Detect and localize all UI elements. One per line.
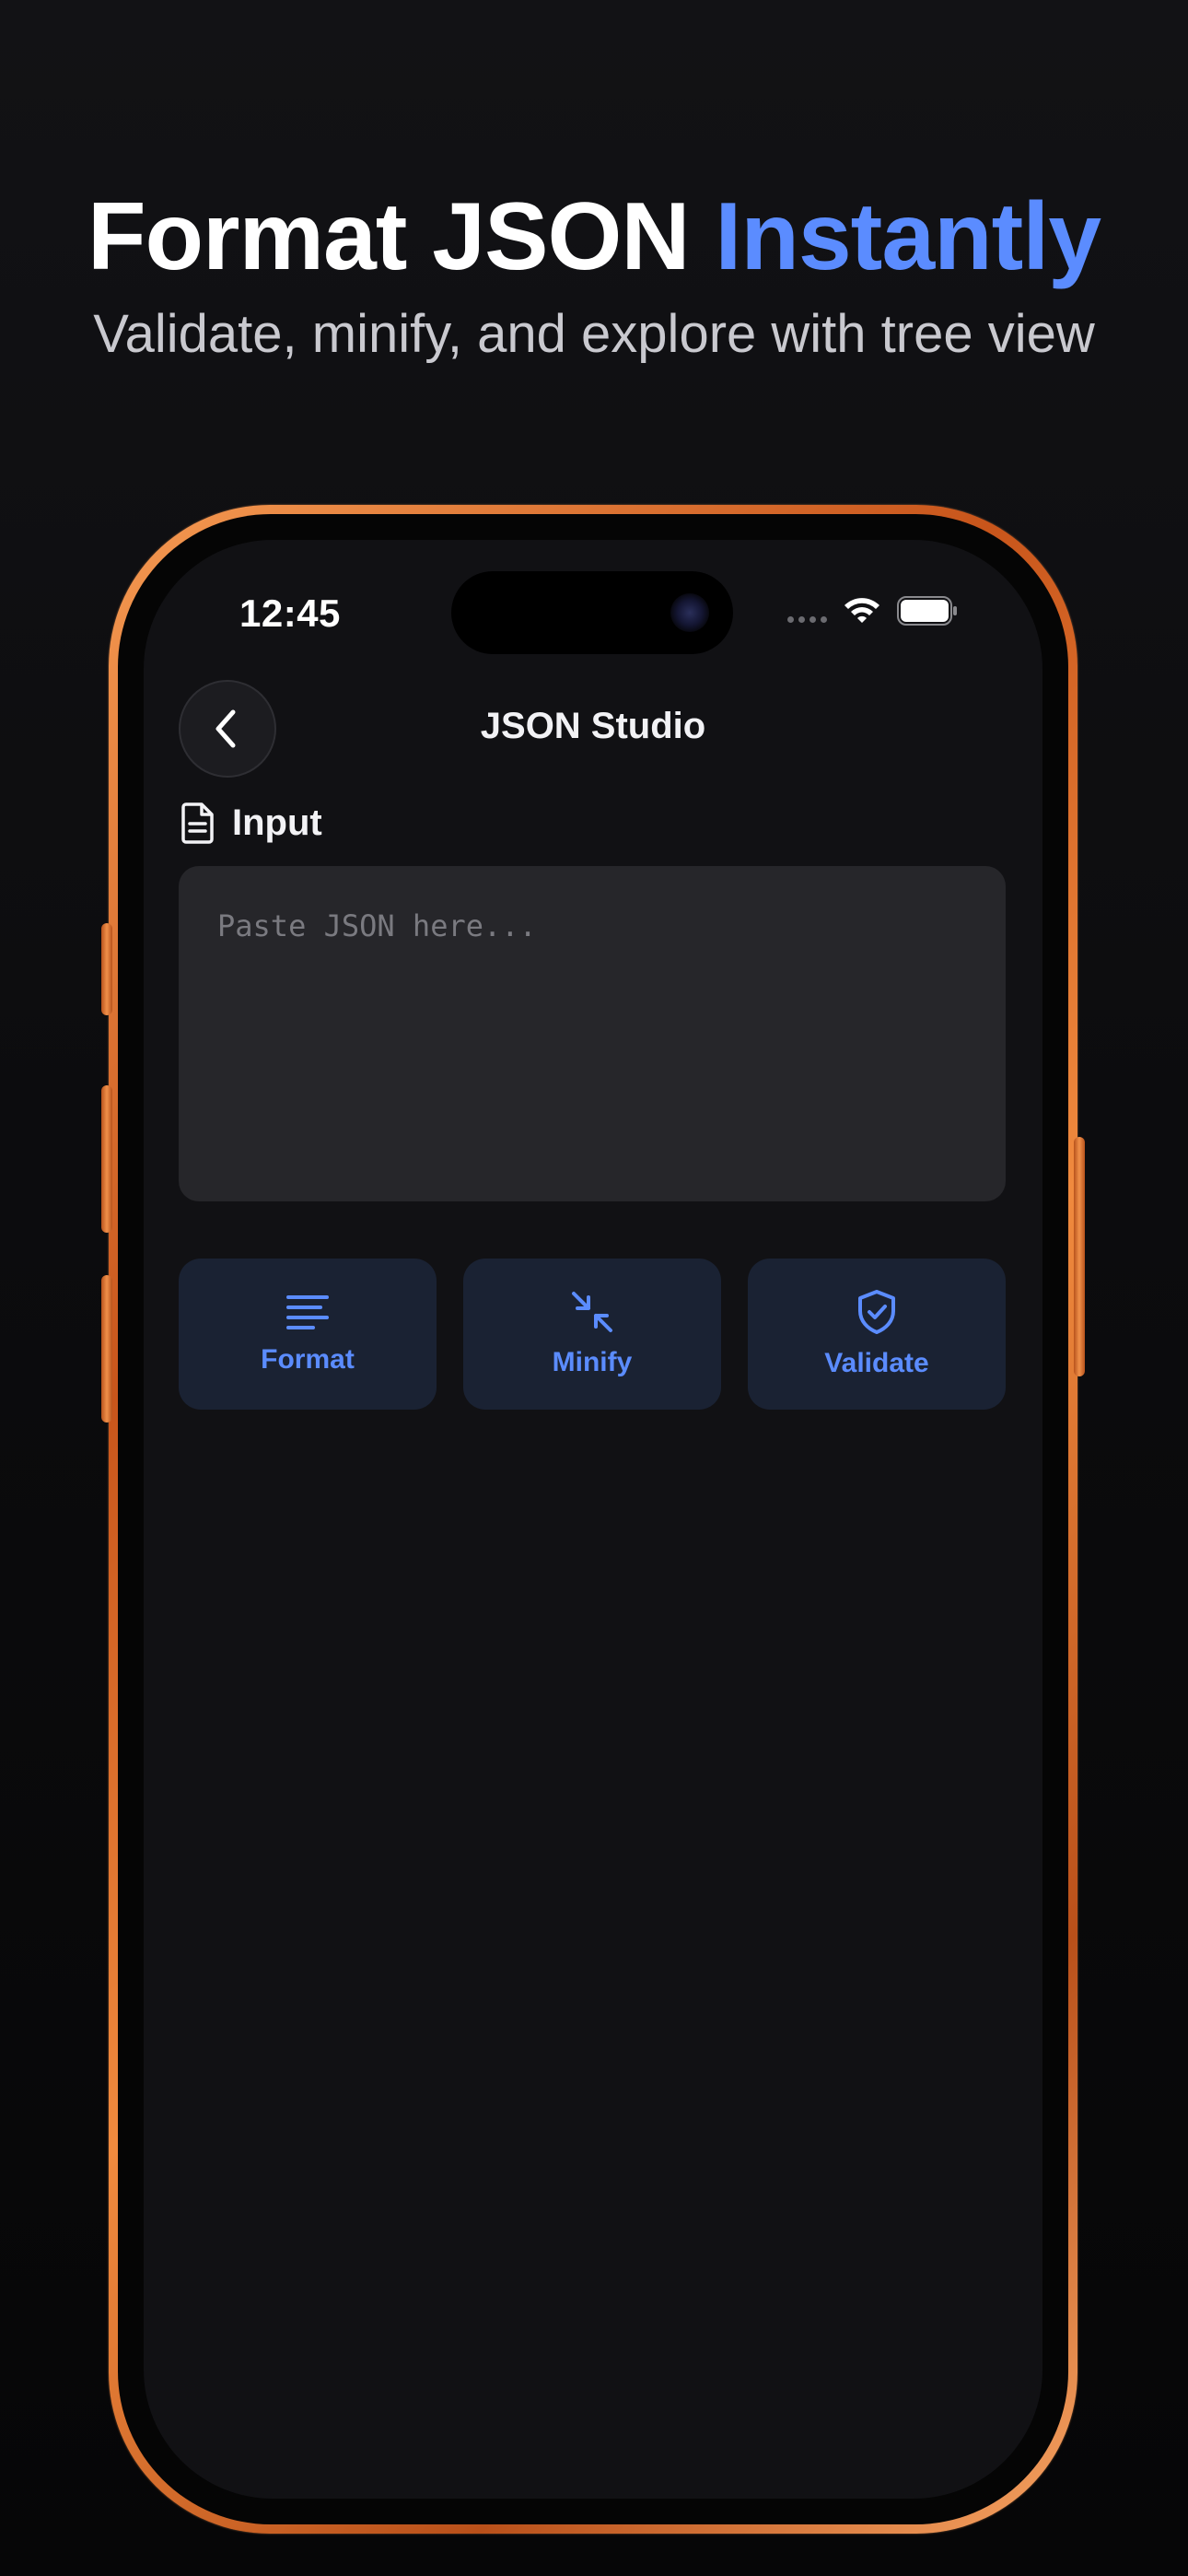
input-section-header: Input [181, 802, 322, 844]
validate-button-label: Validate [824, 1348, 929, 1378]
shield-check-icon [858, 1290, 895, 1334]
marketing-headline: Format JSON Instantly [0, 184, 1188, 289]
phone-bezel: 12:45 JSON Studio Input Paste JSON here.… [118, 514, 1068, 2524]
status-icons [787, 595, 958, 626]
battery-icon [897, 596, 957, 626]
action-button [101, 923, 112, 1015]
align-left-icon [286, 1295, 329, 1329]
validate-button[interactable]: Validate [748, 1259, 1006, 1410]
headline-main: Format JSON [87, 183, 691, 290]
minify-button-label: Minify [552, 1347, 633, 1377]
input-label: Input [232, 802, 322, 843]
json-input-container [179, 866, 1006, 1201]
json-input[interactable] [179, 866, 1006, 1201]
wifi-icon [844, 598, 879, 623]
format-button-label: Format [261, 1344, 355, 1375]
app-store-screenshot: Format JSON Instantly Validate, minify, … [0, 0, 1188, 2576]
camera-icon [670, 593, 709, 632]
action-buttons: Format Minify Validate [179, 1259, 1006, 1410]
format-button[interactable]: Format [179, 1259, 437, 1410]
volume-up-button [101, 1085, 112, 1233]
document-icon [181, 802, 214, 844]
marketing-subtitle: Validate, minify, and explore with tree … [93, 304, 1095, 364]
headline-accent: Instantly [715, 183, 1101, 290]
phone-frame: 12:45 JSON Studio Input Paste JSON here.… [101, 505, 1085, 2534]
power-button [1074, 1137, 1085, 1376]
minify-button[interactable]: Minify [463, 1259, 721, 1410]
phone-screen: 12:45 JSON Studio Input Paste JSON here.… [144, 540, 1042, 2499]
volume-down-button [101, 1275, 112, 1423]
cellular-dots-icon [787, 615, 827, 623]
status-time: 12:45 [239, 591, 341, 635]
collapse-arrows-icon [572, 1292, 612, 1332]
dynamic-island [451, 571, 733, 654]
nav-title: JSON Studio [480, 706, 706, 746]
